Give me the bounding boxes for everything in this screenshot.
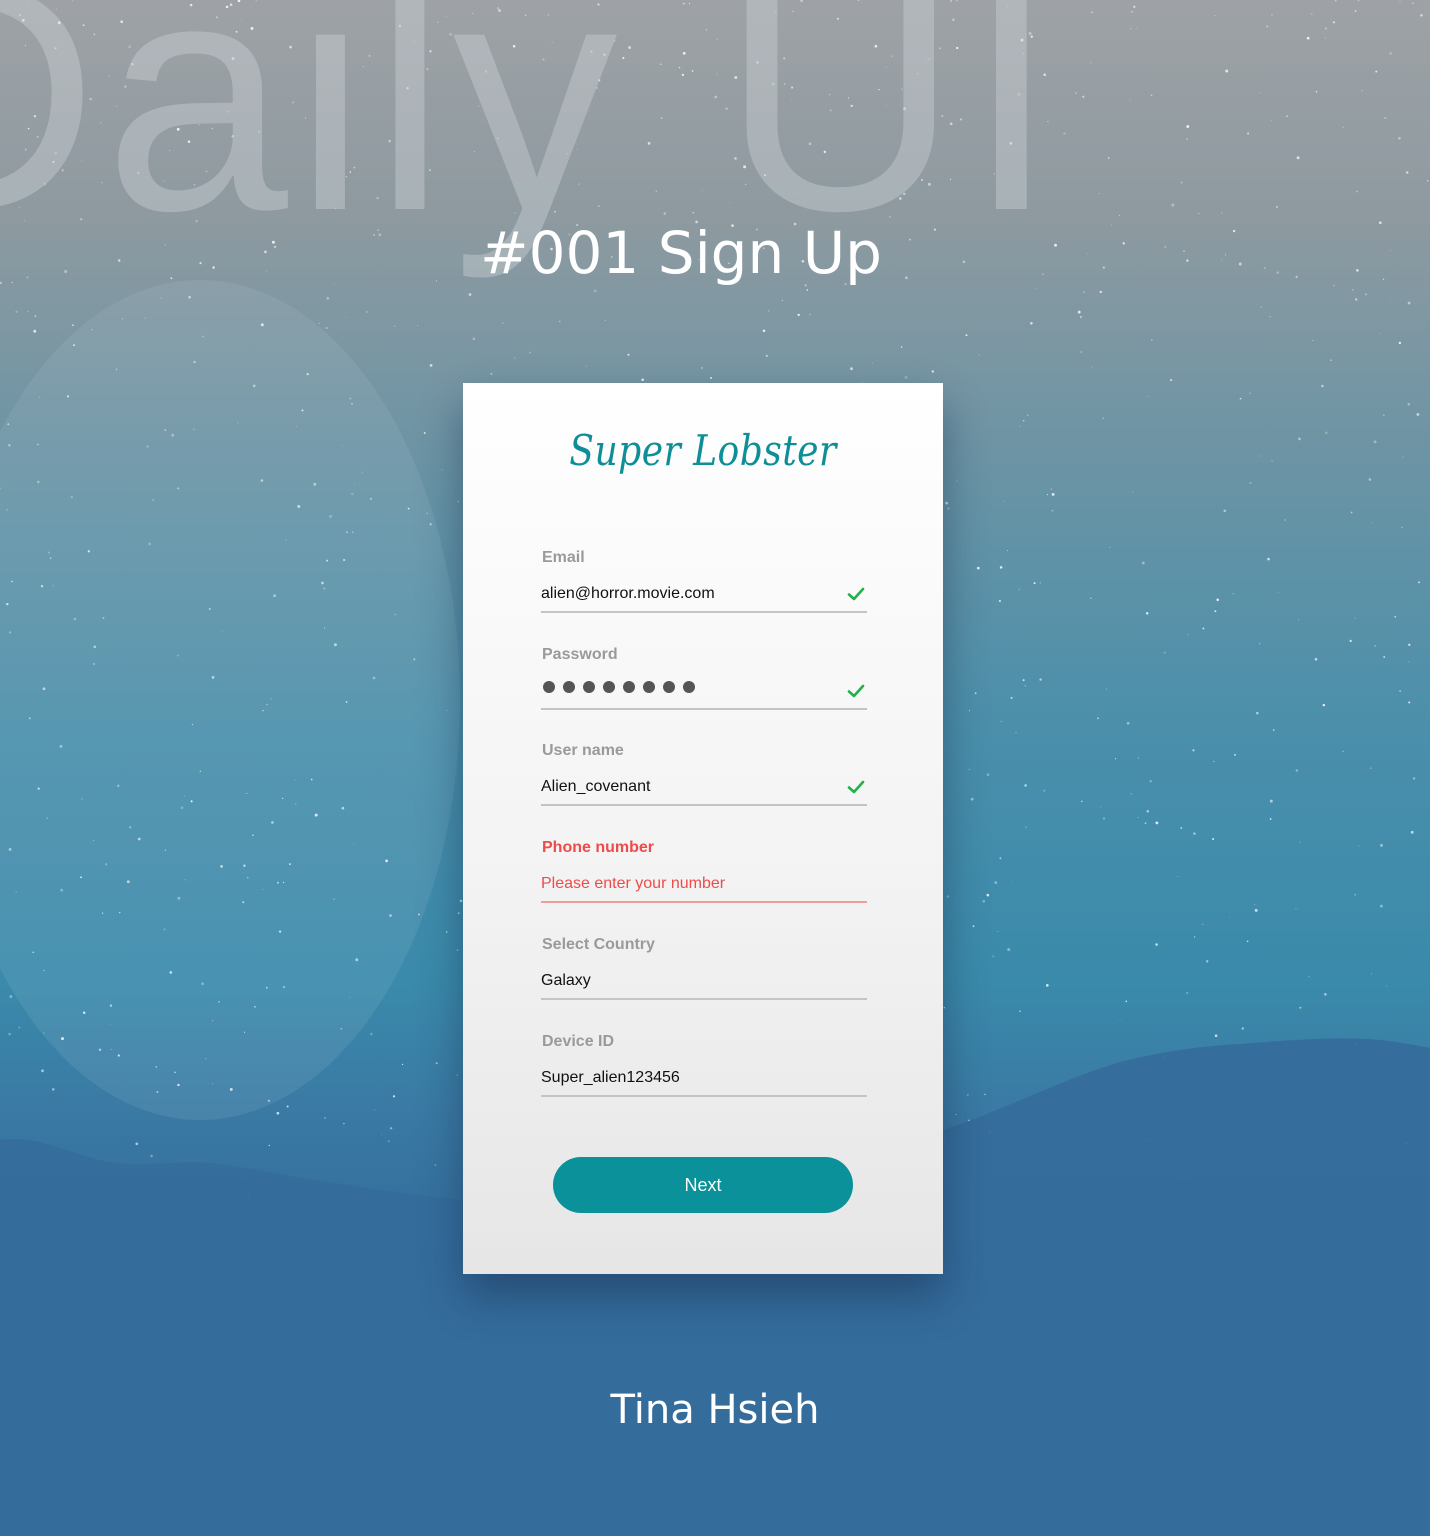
country-label: Select Country — [542, 936, 655, 953]
check-icon — [847, 587, 865, 601]
password-mask-dot — [643, 681, 655, 693]
phone-label: Phone number — [542, 839, 655, 856]
username-input[interactable]: Alien_covenant — [541, 777, 650, 797]
email-label: Email — [542, 549, 585, 566]
password-mask-dot — [683, 681, 695, 693]
phone-underline — [541, 901, 867, 903]
next-button[interactable]: Next — [553, 1157, 853, 1213]
page-title: #001 Sign Up — [480, 219, 882, 287]
password-label: Password — [542, 646, 618, 663]
username-field[interactable]: User name Alien_covenant — [541, 741, 867, 821]
password-mask-dot — [543, 681, 555, 693]
email-field[interactable]: Email alien@horror.movie.com — [541, 548, 867, 628]
password-mask-dot — [603, 681, 615, 693]
device-id-field[interactable]: Device ID Super_alien123456 — [541, 1032, 867, 1112]
username-underline — [541, 804, 867, 806]
password-mask-dot — [623, 681, 635, 693]
phone-input[interactable]: Please enter your number — [541, 874, 725, 894]
phone-field[interactable]: Phone number Please enter your number — [541, 838, 867, 918]
password-mask-dot — [563, 681, 575, 693]
password-mask-dot — [663, 681, 675, 693]
country-field[interactable]: Select Country Galaxy — [541, 935, 867, 1015]
username-label: User name — [542, 742, 624, 759]
email-underline — [541, 611, 867, 613]
brand-logo: Super Lobster — [569, 426, 837, 475]
password-input[interactable] — [543, 681, 695, 693]
country-select[interactable]: Galaxy — [541, 971, 591, 991]
device-id-label: Device ID — [542, 1033, 615, 1050]
country-underline — [541, 998, 867, 1000]
device-id-input[interactable]: Super_alien123456 — [541, 1068, 680, 1088]
password-field[interactable]: Password — [541, 645, 867, 725]
check-icon — [847, 684, 865, 698]
password-mask-dot — [583, 681, 595, 693]
password-underline — [541, 708, 867, 710]
device-id-underline — [541, 1095, 867, 1097]
signup-card: Super Lobster Email alien@horror.movie.c… — [463, 383, 943, 1274]
page-background: Daily UI #001 Sign Up Super Lobster Emai… — [0, 0, 1430, 1536]
email-input[interactable]: alien@horror.movie.com — [541, 584, 715, 604]
check-icon — [847, 780, 865, 794]
author-name: Tina Hsieh — [610, 1387, 820, 1433]
